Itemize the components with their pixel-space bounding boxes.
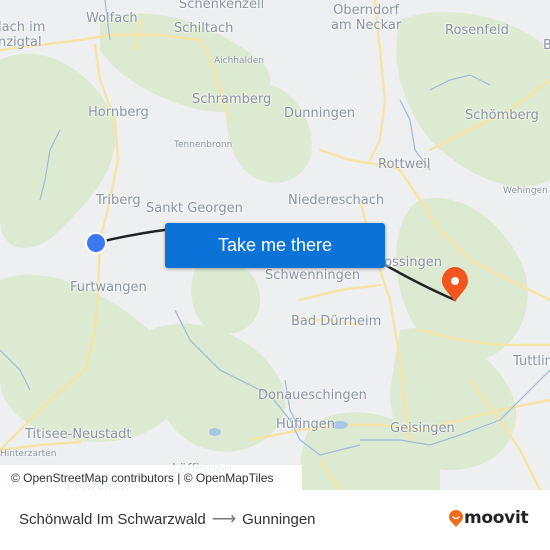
place-label: Schramberg [192, 92, 272, 107]
origin-marker[interactable] [85, 232, 107, 254]
take-me-there-button[interactable]: Take me there [165, 223, 385, 268]
place-label: Niedereschach [288, 193, 385, 208]
place-label: B [543, 38, 550, 53]
place-label: lach im nzigtal [0, 20, 46, 50]
place-label: Hornberg [88, 105, 149, 120]
moovit-pin-icon [449, 509, 463, 527]
footer: Schönwald Im Schwarzwald ⟶ Gunningen moo… [0, 490, 550, 550]
destination-name: Gunningen [242, 510, 316, 528]
arrow-right-icon: ⟶ [211, 509, 237, 528]
place-label: Triberg [96, 193, 141, 208]
place-label: Wehingen [503, 186, 548, 196]
map-attribution[interactable]: © OpenStreetMap contributors | © OpenMap… [0, 465, 302, 490]
place-label: Dunningen [284, 106, 356, 121]
place-label: Titisee-Neustadt [25, 427, 132, 442]
place-label: Geisingen [390, 421, 455, 436]
place-label: Schwenningen [265, 268, 361, 283]
moovit-logo[interactable]: moovit [449, 508, 529, 528]
place-label: Rosenfeld [445, 23, 509, 38]
moovit-wordmark: moovit [464, 508, 529, 528]
place-label: Schenkenzell [179, 0, 265, 12]
place-label: Wolfach [86, 11, 138, 26]
place-label: Furtwangen [70, 280, 147, 295]
place-label: Tennenbronn [174, 140, 233, 150]
route-title: Schönwald Im Schwarzwald ⟶ Gunningen [19, 509, 316, 529]
place-label: Schiltach [174, 21, 234, 36]
place-label: Bad Dürrheim [291, 314, 382, 329]
place-label: Hinterzarten [0, 449, 57, 459]
place-label: Aichhalden [214, 56, 264, 66]
place-label: Donaueschingen [258, 388, 367, 403]
place-label: Oberndorf am Neckar [331, 3, 402, 33]
map[interactable]: Wolfach Schenkenzell Schiltach Oberndorf… [0, 0, 550, 490]
place-label: Hüfingen [276, 417, 335, 432]
place-label: Schömberg [465, 108, 539, 123]
place-label: Rottweil [378, 157, 431, 172]
place-label: Tuttlingen [513, 354, 550, 369]
place-label: Sankt Georgen [146, 201, 243, 216]
origin-name: Schönwald Im Schwarzwald [19, 510, 206, 528]
